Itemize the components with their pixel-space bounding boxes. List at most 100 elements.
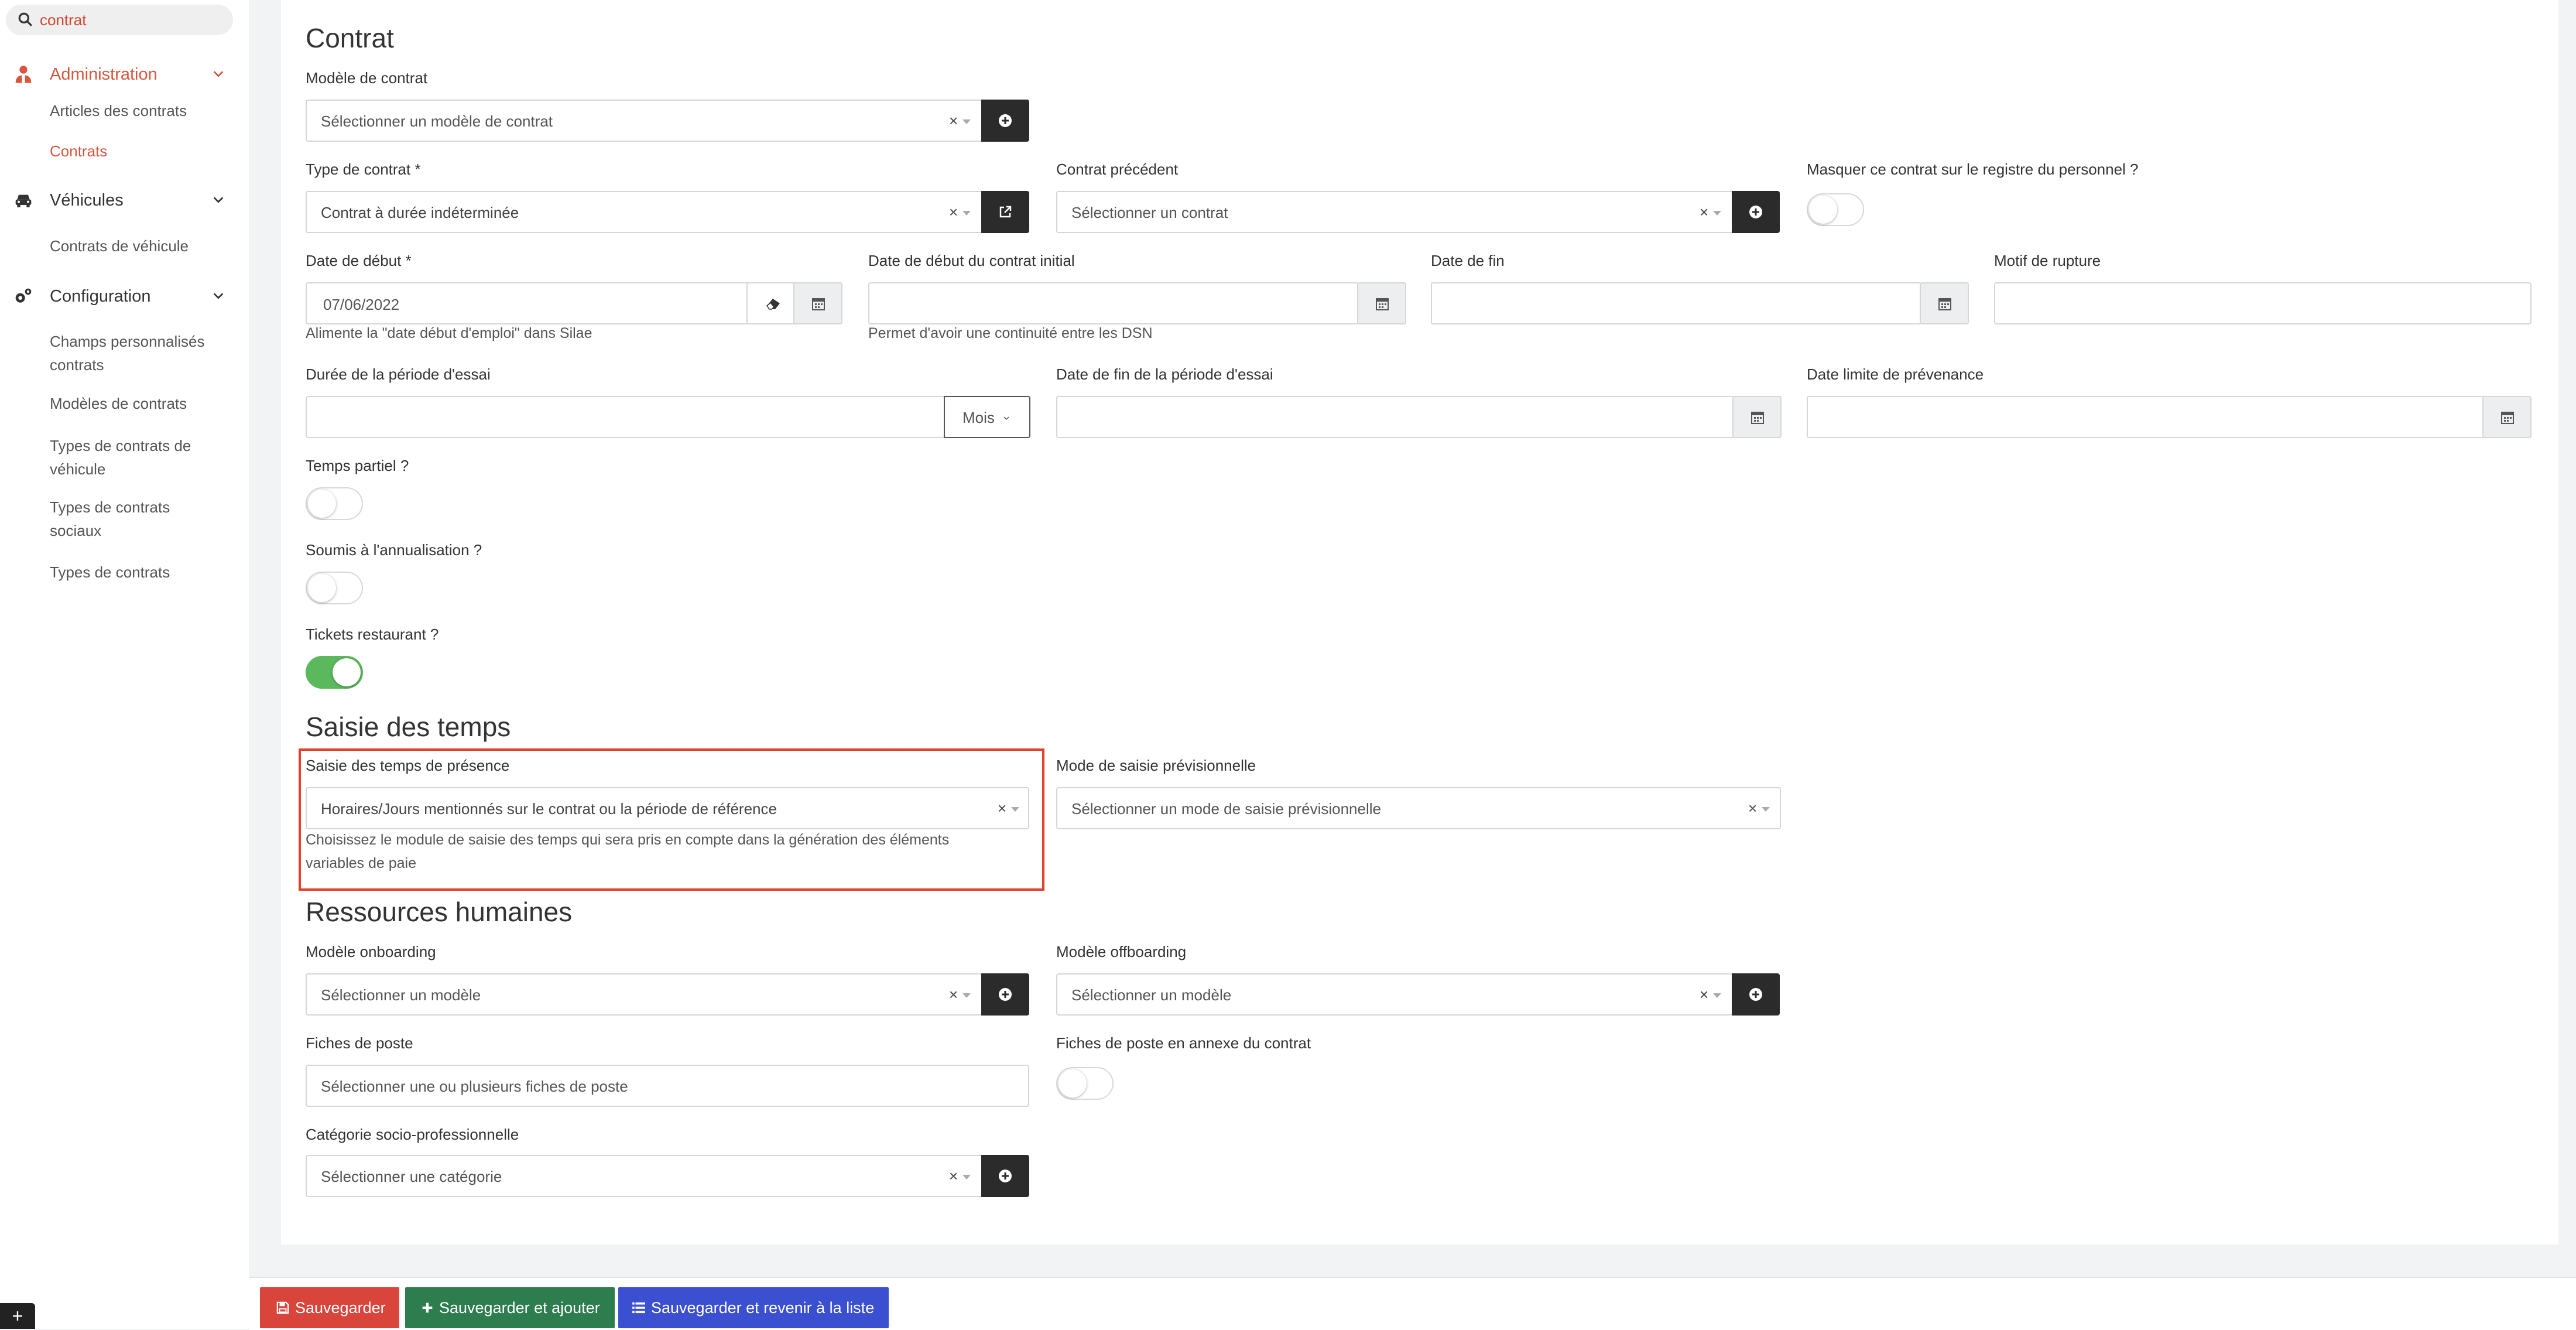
save-and-add-button[interactable]: Sauvegarder et ajouter (405, 1287, 615, 1328)
modele-contrat-select[interactable]: Sélectionner un modèle de contrat × (306, 100, 982, 142)
date-debut-help: Alimente la "date début d'emploi" dans S… (306, 325, 592, 341)
add-button[interactable]: + (0, 1303, 35, 1329)
fin-essai-calendar-button[interactable] (1732, 396, 1782, 438)
sidebar-item-modeles-contrats[interactable]: Modèles de contrats (50, 392, 187, 415)
caret-down-icon (962, 211, 971, 216)
select-placeholder: Sélectionner un modèle (1071, 986, 1232, 1004)
clear-icon[interactable]: × (1700, 986, 1708, 1004)
type-contrat-label: Type de contrat * (306, 160, 421, 178)
calendar-icon (1938, 298, 1951, 310)
clear-icon[interactable]: × (949, 1167, 958, 1185)
select-value: Contrat à durée indéterminée (321, 204, 519, 221)
add-categorie-button[interactable] (981, 1155, 1029, 1197)
chevron-down-icon (213, 71, 224, 77)
clear-icon[interactable]: × (1748, 799, 1757, 818)
sidebar-item-champs-personnalises[interactable]: Champs personnalisés contrats (50, 330, 225, 377)
fin-essai-label: Date de fin de la période d'essai (1056, 365, 1273, 383)
floppy-disk-icon (276, 1301, 289, 1314)
section-title-contrat: Contrat (306, 23, 394, 53)
sidebar-item-types-contrats-sociaux[interactable]: Types de contrats sociaux (50, 495, 202, 542)
date-debut-input[interactable]: 07/06/2022 (306, 282, 753, 324)
fin-essai-input[interactable] (1056, 396, 1734, 438)
contrat-precedent-select[interactable]: Sélectionner un contrat × (1056, 191, 1733, 233)
sidebar-section-administration[interactable]: Administration (0, 57, 249, 92)
sidebar-item-contrats[interactable]: Contrats (50, 139, 107, 163)
categorie-label: Catégorie socio-professionnelle (306, 1126, 519, 1143)
eraser-icon (766, 299, 780, 310)
cogs-icon (15, 288, 32, 303)
save-and-back-button[interactable]: Sauvegarder et revenir à la liste (618, 1287, 889, 1328)
clear-icon[interactable]: × (949, 203, 958, 221)
duree-essai-label: Durée de la période d'essai (306, 365, 491, 383)
date-debut-calendar-button[interactable] (793, 282, 842, 324)
section-title-rh: Ressources humaines (306, 897, 573, 927)
chevron-down-icon (213, 293, 224, 299)
motif-rupture-input[interactable] (1994, 282, 2532, 324)
clear-icon[interactable]: × (1700, 203, 1708, 221)
add-contrat-precedent-button[interactable] (1732, 191, 1780, 233)
sidebar-section-label: Administration (50, 65, 157, 84)
fiches-poste-label: Fiches de poste (306, 1034, 413, 1052)
clear-icon[interactable]: × (949, 986, 958, 1004)
toggle-knob (308, 490, 336, 518)
prevenance-calendar-button[interactable] (2482, 396, 2532, 438)
sidebar-item-contrats-vehicule[interactable]: Contrats de véhicule (50, 234, 189, 258)
add-onboarding-button[interactable] (981, 973, 1029, 1016)
presence-select[interactable]: Horaires/Jours mentionnés sur le contrat… (306, 787, 1029, 829)
tickets-restaurant-toggle[interactable] (306, 656, 363, 689)
save-button[interactable]: Sauvegarder (260, 1287, 399, 1328)
caret-down-icon (1011, 807, 1019, 812)
sidebar-item-articles-contrats[interactable]: Articles des contrats (50, 99, 187, 122)
toggle-knob (308, 574, 336, 602)
presence-label: Saisie des temps de présence (306, 757, 510, 774)
mode-saisie-select[interactable]: Sélectionner un mode de saisie prévision… (1056, 787, 1781, 829)
user-tie-icon (15, 66, 32, 83)
masquer-contrat-toggle[interactable] (1807, 193, 1864, 226)
toggle-knob (1809, 196, 1837, 224)
date-initial-calendar-button[interactable] (1357, 282, 1406, 324)
duree-unit-value: Mois (962, 409, 995, 426)
fiches-annexe-toggle[interactable] (1056, 1067, 1114, 1100)
clear-icon[interactable]: × (949, 112, 958, 130)
mode-saisie-label: Mode de saisie prévisionnelle (1056, 757, 1256, 774)
categorie-select[interactable]: Sélectionner une catégorie × (306, 1155, 982, 1197)
offboarding-select[interactable]: Sélectionner un modèle × (1056, 973, 1733, 1016)
plus-icon (422, 1302, 433, 1313)
date-initial-help: Permet d'avoir une continuité entre les … (868, 325, 1153, 341)
plus-circle-icon (999, 988, 1012, 1001)
onboarding-select[interactable]: Sélectionner un modèle × (306, 973, 982, 1016)
calendar-icon (1376, 298, 1389, 310)
prevenance-input[interactable] (1807, 396, 2485, 438)
masquer-contrat-label: Masquer ce contrat sur le registre du pe… (1807, 160, 2139, 178)
select-placeholder: Sélectionner un modèle (321, 986, 481, 1004)
clear-date-button[interactable] (746, 282, 799, 324)
duree-essai-input[interactable] (306, 396, 945, 438)
calendar-icon (2501, 412, 2514, 424)
add-offboarding-button[interactable] (1732, 973, 1780, 1016)
calendar-icon (1751, 412, 1764, 424)
plus-circle-icon (1749, 206, 1762, 218)
sidebar-item-types-contrats-vehicule[interactable]: Types de contrats de véhicule (50, 434, 220, 481)
add-modele-button[interactable] (981, 100, 1029, 142)
type-contrat-select[interactable]: Contrat à durée indéterminée × (306, 191, 982, 233)
date-debut-label: Date de début * (306, 252, 412, 269)
sidebar-section-vehicules[interactable]: Véhicules (0, 183, 249, 218)
open-type-contrat-button[interactable] (981, 191, 1029, 233)
temps-partiel-toggle[interactable] (306, 487, 363, 520)
select-value: Horaires/Jours mentionnés sur le contrat… (321, 800, 777, 818)
sidebar-section-configuration[interactable]: Configuration (0, 279, 249, 314)
presence-help-line-1: Choisissez le module de saisie des temps… (306, 832, 950, 848)
clear-icon[interactable]: × (998, 799, 1006, 818)
date-fin-input[interactable] (1431, 282, 1921, 324)
date-fin-calendar-button[interactable] (1920, 282, 1969, 324)
search-input[interactable]: contrat (6, 5, 233, 35)
date-initial-input[interactable] (868, 282, 1359, 324)
fiches-poste-select[interactable]: Sélectionner une ou plusieurs fiches de … (306, 1065, 1029, 1107)
sidebar-item-types-contrats[interactable]: Types de contrats (50, 560, 170, 584)
annualisation-toggle[interactable] (306, 572, 363, 604)
duree-unit-dropdown[interactable]: Mois (944, 396, 1030, 438)
list-icon (632, 1302, 645, 1313)
external-link-icon (999, 206, 1012, 218)
sidebar-section-label: Véhicules (50, 191, 124, 210)
contract-form-panel (281, 0, 2558, 1244)
